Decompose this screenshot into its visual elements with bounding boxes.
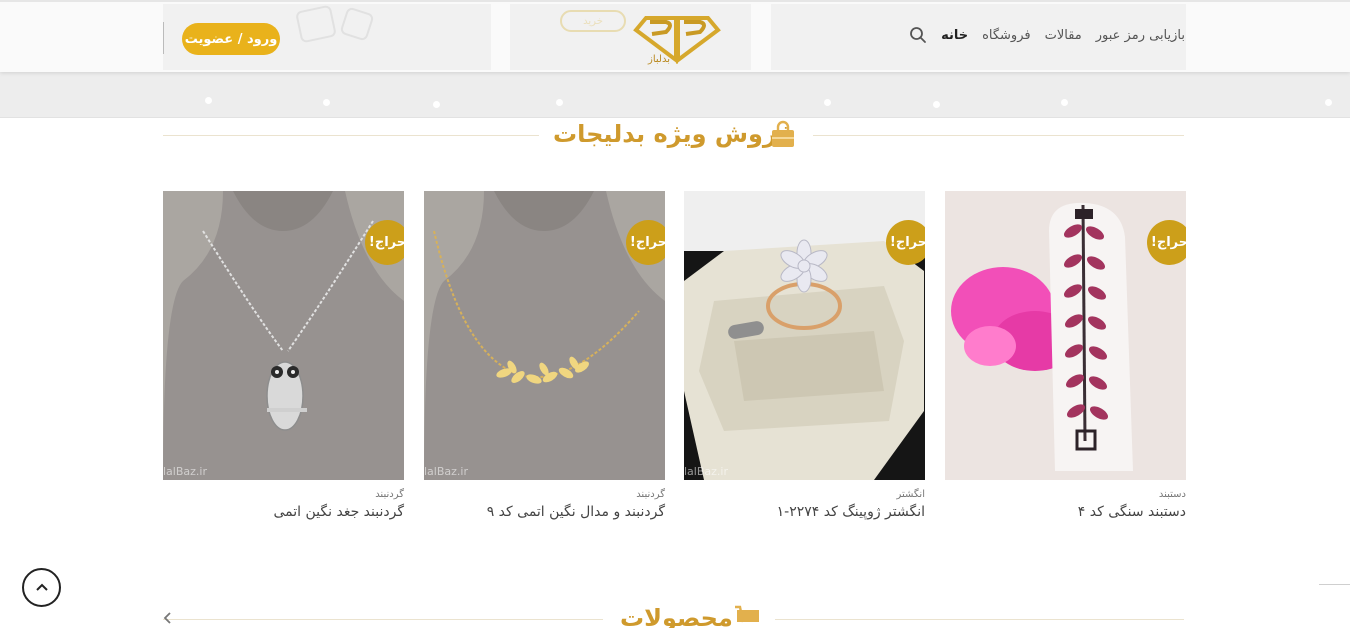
- sale-badge: حراج!: [1147, 220, 1186, 265]
- nav-item-home[interactable]: خانه: [941, 28, 968, 43]
- heading-divider-left: [163, 619, 603, 620]
- products-heading: محصولات: [163, 600, 1184, 628]
- scroll-to-top-button[interactable]: [22, 568, 61, 607]
- product-name[interactable]: انگشتر ژوپینگ کد ۲۲۷۴-۱: [684, 504, 925, 520]
- product-card[interactable]: lalBaz.ir حراج! گردنبند گردنبند و مدال ن…: [424, 191, 665, 520]
- product-name[interactable]: دستبند سنگی کد ۴: [945, 504, 1186, 520]
- decorative-dot: [323, 99, 330, 106]
- product-name[interactable]: گردنبند و مدال نگین اتمی کد ۹: [424, 504, 665, 520]
- product-category[interactable]: گردنبند: [163, 489, 404, 500]
- login-register-button[interactable]: ورود / عضویت: [182, 23, 280, 55]
- nav-item-password-recovery[interactable]: بازیابی رمز عبور: [1096, 28, 1185, 43]
- product-card[interactable]: حراج! دستبند دستبند سنگی کد ۴: [945, 191, 1186, 520]
- image-watermark: lalBaz.ir: [684, 465, 728, 478]
- image-watermark: lalBaz.ir: [163, 465, 207, 478]
- nav-item-articles[interactable]: مقالات: [1045, 28, 1082, 43]
- site-header: خرید بدلباز ورود / عضویت خانه فروشگاه مق…: [0, 0, 1350, 72]
- product-category[interactable]: دستبند: [945, 489, 1186, 500]
- heading-divider-left: [163, 135, 539, 136]
- shopping-bag-icon: [772, 120, 794, 147]
- decorative-dot: [1061, 99, 1068, 106]
- product-image-ring[interactable]: lalBaz.ir حراج!: [684, 191, 925, 480]
- decorative-dot: [433, 101, 440, 108]
- decorative-dot: [824, 99, 831, 106]
- decorative-dot: [933, 101, 940, 108]
- side-divider: [1319, 584, 1350, 585]
- image-watermark: lalBaz.ir: [424, 465, 468, 478]
- product-card[interactable]: lalBaz.ir حراج! انگشتر انگشتر ژوپینگ کد …: [684, 191, 925, 520]
- special-sale-heading: فروش ویژه بدلیجات: [163, 116, 1184, 156]
- sale-badge: حراج!: [365, 220, 404, 265]
- search-icon[interactable]: [909, 26, 927, 44]
- banner-buy-button[interactable]: خرید: [560, 10, 626, 32]
- main-navigation: خانه فروشگاه مقالات بازیابی رمز عبور: [909, 26, 1185, 44]
- product-image-owl-necklace[interactable]: lalBaz.ir حراج!: [163, 191, 404, 480]
- chevron-up-icon: [35, 583, 48, 591]
- product-image-bracelet[interactable]: حراج!: [945, 191, 1186, 480]
- svg-text:بدلباز: بدلباز: [647, 54, 670, 65]
- special-sale-title: فروش ویژه بدلیجات: [553, 120, 794, 148]
- decorative-dot: [556, 99, 563, 106]
- diamond-logo-icon[interactable]: بدلباز: [632, 10, 722, 66]
- product-image-gold-necklace[interactable]: lalBaz.ir حراج!: [424, 191, 665, 480]
- heading-divider-right: [813, 135, 1184, 136]
- page: خرید بدلباز ورود / عضویت خانه فروشگاه مق…: [0, 0, 1350, 628]
- decorative-dot: [205, 97, 212, 104]
- sale-badge: حراج!: [626, 220, 665, 265]
- sale-badge: حراج!: [886, 220, 925, 265]
- product-name[interactable]: گردنبند جغد نگین اتمی: [163, 504, 404, 520]
- decorative-dot: [1325, 99, 1332, 106]
- product-category[interactable]: انگشتر: [684, 489, 925, 500]
- products-title: محصولات: [620, 604, 733, 628]
- nav-item-shop[interactable]: فروشگاه: [982, 28, 1031, 43]
- heading-divider-right: [775, 619, 1184, 620]
- cart-icon: [735, 605, 759, 623]
- product-card[interactable]: lalBaz.ir حراج! گردنبند گردنبند جغد نگین…: [163, 191, 404, 520]
- header-divider: [163, 22, 164, 54]
- product-category[interactable]: گردنبند: [424, 489, 665, 500]
- chevron-left-icon[interactable]: [160, 610, 176, 626]
